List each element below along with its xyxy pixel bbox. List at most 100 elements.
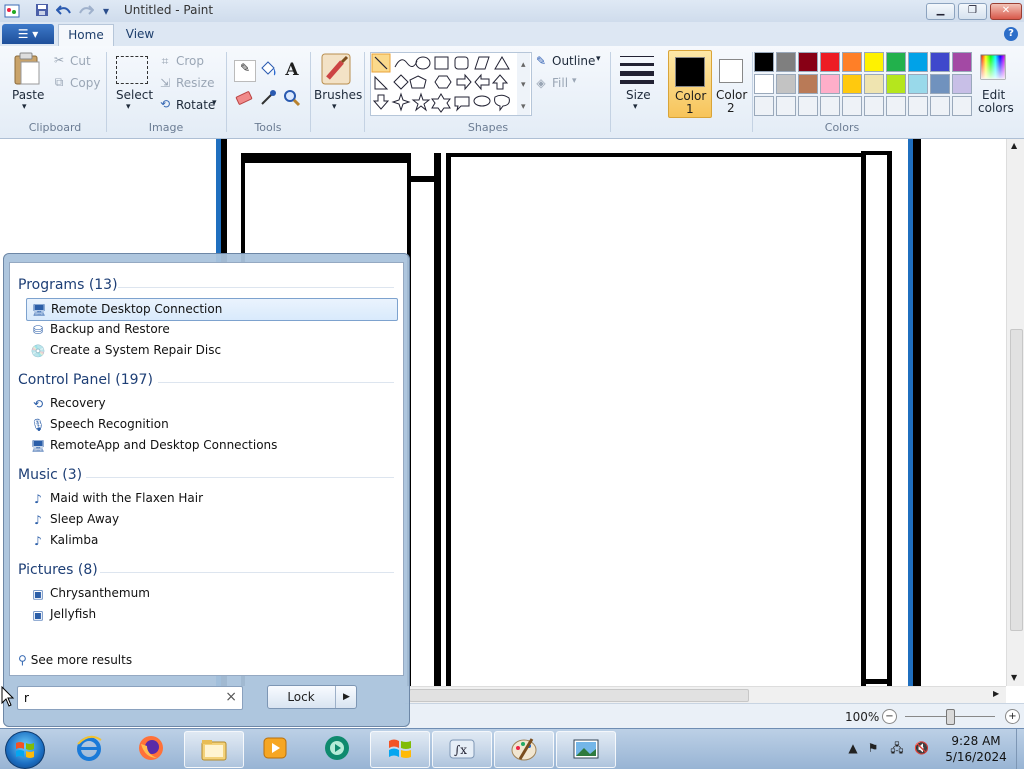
custom-color-slot[interactable] xyxy=(842,96,862,116)
rotate-dropdown-icon[interactable]: ▾ xyxy=(212,98,217,108)
palette-swatch[interactable] xyxy=(930,52,950,72)
show-hidden-icons-icon[interactable]: ▲ xyxy=(846,741,860,755)
shapes-gallery[interactable]: ▴ ▾ ▾ xyxy=(370,52,532,116)
taskbar-math-input[interactable]: ∫x xyxy=(432,731,492,768)
cut-button[interactable]: Cut xyxy=(70,54,91,68)
fill-dropdown-icon[interactable]: ▾ xyxy=(572,76,577,86)
brushes-button[interactable]: Brushes xyxy=(314,88,362,102)
color1-button[interactable]: Color 1 xyxy=(668,50,712,118)
select-button[interactable]: Select xyxy=(116,88,153,102)
search-result-item[interactable]: 💿 Create a System Repair Disc xyxy=(26,340,396,361)
palette-swatch[interactable] xyxy=(776,52,796,72)
network-icon[interactable]: 🖧 xyxy=(890,741,904,755)
scroll-up-icon[interactable]: ▲ xyxy=(1011,141,1017,150)
size-button[interactable]: Size xyxy=(626,88,651,102)
redo-icon[interactable] xyxy=(78,3,95,19)
outline-dropdown-icon[interactable]: ▾ xyxy=(596,54,601,64)
palette-swatch[interactable] xyxy=(798,74,818,94)
custom-color-slot[interactable] xyxy=(930,96,950,116)
taskbar-internet-explorer[interactable] xyxy=(60,731,118,766)
clock-time[interactable]: 9:28 AM xyxy=(936,734,1016,748)
volume-muted-icon[interactable]: 🔇 xyxy=(914,741,929,755)
palette-swatch[interactable] xyxy=(820,52,840,72)
edit-colors-label-2[interactable]: colors xyxy=(978,101,1014,115)
paste-dropdown-icon[interactable]: ▾ xyxy=(22,102,27,112)
search-result-item[interactable]: ▣ Jellyfish xyxy=(26,604,396,625)
search-result-item[interactable]: ⛁ Backup and Restore xyxy=(26,319,396,340)
paint-app-icon[interactable] xyxy=(4,3,20,19)
see-more-results-link[interactable]: ⚲ See more results xyxy=(18,653,132,667)
palette-swatch[interactable] xyxy=(776,74,796,94)
pencil-icon[interactable]: ✎ xyxy=(234,60,256,82)
palette-swatch[interactable] xyxy=(842,74,862,94)
palette-swatch[interactable] xyxy=(930,74,950,94)
restore-button[interactable]: ❐ xyxy=(958,3,987,20)
taskbar-paint[interactable] xyxy=(494,731,554,768)
brushes-dropdown-icon[interactable]: ▾ xyxy=(332,102,337,112)
palette-swatch[interactable] xyxy=(754,74,774,94)
palette-swatch[interactable] xyxy=(952,52,972,72)
taskbar-firefox[interactable] xyxy=(122,731,180,766)
copy-button[interactable]: Copy xyxy=(70,76,100,90)
search-result-item[interactable]: ▣ Chrysanthemum xyxy=(26,583,396,604)
crop-button[interactable]: Crop xyxy=(176,54,204,68)
search-result-item[interactable]: ♪ Sleep Away xyxy=(26,509,396,530)
select-icon[interactable] xyxy=(116,56,148,84)
taskbar-media-center[interactable] xyxy=(246,731,304,766)
fill-button[interactable]: Fill xyxy=(552,76,568,90)
custom-color-slot[interactable] xyxy=(754,96,774,116)
save-icon[interactable] xyxy=(34,3,50,19)
taskbar-file-explorer[interactable] xyxy=(184,731,244,768)
custom-color-slot[interactable] xyxy=(864,96,884,116)
scroll-right-icon[interactable]: ▶ xyxy=(993,689,999,698)
palette-swatch[interactable] xyxy=(842,52,862,72)
undo-icon[interactable] xyxy=(55,3,72,19)
fill-bucket-icon[interactable] xyxy=(258,60,278,80)
custom-color-slot[interactable] xyxy=(776,96,796,116)
scroll-down-icon[interactable]: ▼ xyxy=(1011,673,1017,682)
search-result-item[interactable]: 🎙 Speech Recognition xyxy=(26,414,396,435)
clock-date[interactable]: 5/16/2024 xyxy=(936,750,1016,764)
outline-button[interactable]: Outline xyxy=(552,54,595,68)
palette-swatch[interactable] xyxy=(886,74,906,94)
zoom-out-button[interactable]: − xyxy=(882,709,897,724)
search-result-item[interactable]: ♪ Kalimba xyxy=(26,530,396,551)
show-desktop-button[interactable] xyxy=(1016,729,1024,769)
action-center-flag-icon[interactable]: ⚑ xyxy=(866,741,880,755)
taskbar-picture-viewer[interactable] xyxy=(556,731,616,768)
vertical-scroll-thumb[interactable] xyxy=(1010,329,1023,631)
search-result-item[interactable]: ⟲ Recovery xyxy=(26,393,396,414)
search-result-item[interactable]: 🖥 Remote Desktop Connection xyxy=(26,298,398,321)
taskbar-windows-update[interactable] xyxy=(370,731,430,768)
edit-colors-label-1[interactable]: Edit xyxy=(982,88,1005,102)
eraser-icon[interactable] xyxy=(234,88,254,108)
zoom-slider-thumb[interactable] xyxy=(946,709,955,725)
taskbar-media-player[interactable] xyxy=(308,731,366,766)
tab-home[interactable]: Home xyxy=(58,24,114,46)
brushes-icon[interactable] xyxy=(320,52,352,86)
shutdown-options-arrow-icon[interactable]: ▶ xyxy=(335,686,357,708)
search-result-item[interactable]: ♪ Maid with the Flaxen Hair xyxy=(26,488,396,509)
start-button[interactable] xyxy=(5,731,45,769)
start-search-input[interactable] xyxy=(22,688,216,708)
palette-swatch[interactable] xyxy=(864,74,884,94)
help-icon[interactable]: ? xyxy=(1004,27,1018,41)
close-button[interactable]: ✕ xyxy=(990,3,1022,20)
palette-swatch[interactable] xyxy=(864,52,884,72)
palette-swatch[interactable] xyxy=(908,74,928,94)
palette-swatch[interactable] xyxy=(952,74,972,94)
horizontal-scroll-thumb[interactable] xyxy=(409,689,749,702)
custom-color-slot[interactable] xyxy=(798,96,818,116)
search-result-item[interactable]: 🖥 RemoteApp and Desktop Connections xyxy=(26,435,396,456)
custom-color-slot[interactable] xyxy=(952,96,972,116)
start-search-box[interactable]: × xyxy=(17,686,243,710)
customize-toolbar-icon[interactable]: ▾ xyxy=(98,3,114,19)
paste-button[interactable]: Paste xyxy=(12,88,44,102)
vertical-scrollbar[interactable]: ▲ ▼ xyxy=(1006,139,1024,686)
tab-view[interactable]: View xyxy=(116,24,164,45)
select-dropdown-icon[interactable]: ▾ xyxy=(126,102,131,112)
palette-swatch[interactable] xyxy=(886,52,906,72)
color-picker-icon[interactable] xyxy=(258,88,278,108)
custom-color-slot[interactable] xyxy=(820,96,840,116)
palette-swatch[interactable] xyxy=(820,74,840,94)
